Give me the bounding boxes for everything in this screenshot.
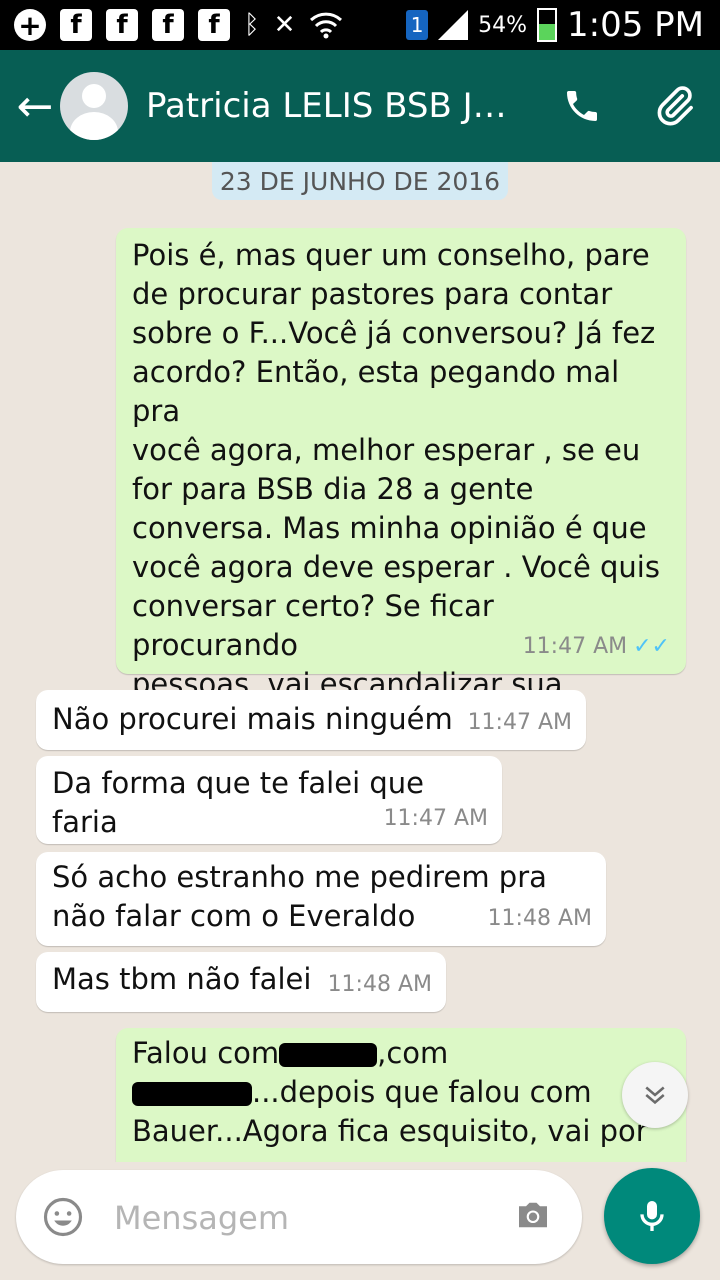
phone-icon [567,91,597,121]
message-time: 11:47 AM [522,634,628,659]
facebook-notification-icon: f [198,9,230,41]
contact-name[interactable]: Patricia LELIS BSB JO... [146,86,526,126]
bluetooth-icon: ᛒ [244,10,260,40]
mute-icon: ✕ [273,10,296,40]
message-incoming[interactable]: Mas tbm não falei 11:48 AM [36,952,446,1012]
wifi-icon [310,12,343,39]
add-notification-icon: + [14,9,46,42]
sim-icon: 1 [406,10,429,40]
message-time: 11:48 AM [327,972,432,997]
facebook-notification-icon: f [152,9,184,41]
message-text: Pois é, mas quer um conselho, pare de pr… [132,238,660,740]
scroll-to-bottom-button[interactable] [622,1062,688,1128]
message-incoming[interactable]: Não procurei mais ninguém 11:47 AM [36,690,586,750]
message-outgoing[interactable]: Pois é, mas quer um conselho, pare de pr… [116,228,686,740]
voice-message-button[interactable] [604,1168,700,1264]
message-incoming[interactable]: Da forma que te falei que faria 11:47 AM [36,756,502,844]
message-input[interactable] [112,1194,496,1242]
message-meta: 11:47 AM ✓✓ [523,627,670,666]
status-bar: + f f f f ᛒ ✕ 1 54% 1:05 PM [0,0,720,50]
message-time: 11:48 AM [487,906,592,931]
message-time: 11:47 AM [467,710,572,735]
conversation[interactable]: 23 DE JUNHO DE 2016 Pois é, mas quer um … [0,162,720,1162]
emoji-icon[interactable] [42,1196,84,1238]
battery-icon [537,8,557,42]
back-arrow-icon[interactable]: ← [10,81,60,132]
redaction-mark [279,1043,378,1067]
avatar[interactable] [60,72,128,140]
paperclip-icon [657,86,693,126]
chat-header: ← Patricia LELIS BSB JO... [0,50,720,162]
message-time: 11:47 AM [383,806,488,831]
message-outgoing[interactable]: Falou com ,com ...depois que falou com Ba… [116,1028,686,1162]
message-text: Falou com ,com ...depois que falou com Ba… [132,1036,648,1148]
battery-percent: 54% [478,12,527,38]
read-ticks-icon: ✓✓ [633,634,670,659]
facebook-notification-icon: f [60,9,92,41]
clock: 1:05 PM [567,5,704,45]
attach-button[interactable] [652,50,696,162]
camera-icon[interactable] [512,1194,554,1236]
double-chevron-down-icon [645,1086,665,1105]
date-separator: 23 DE JUNHO DE 2016 [212,162,508,200]
facebook-notification-icon: f [106,9,138,41]
microphone-icon [640,1201,664,1231]
call-button[interactable] [562,50,602,162]
redaction-mark [132,1082,252,1106]
message-incoming[interactable]: Só acho estranho me pedirem pra não fala… [36,852,606,946]
signal-icon [438,10,469,40]
message-composer [16,1170,582,1264]
